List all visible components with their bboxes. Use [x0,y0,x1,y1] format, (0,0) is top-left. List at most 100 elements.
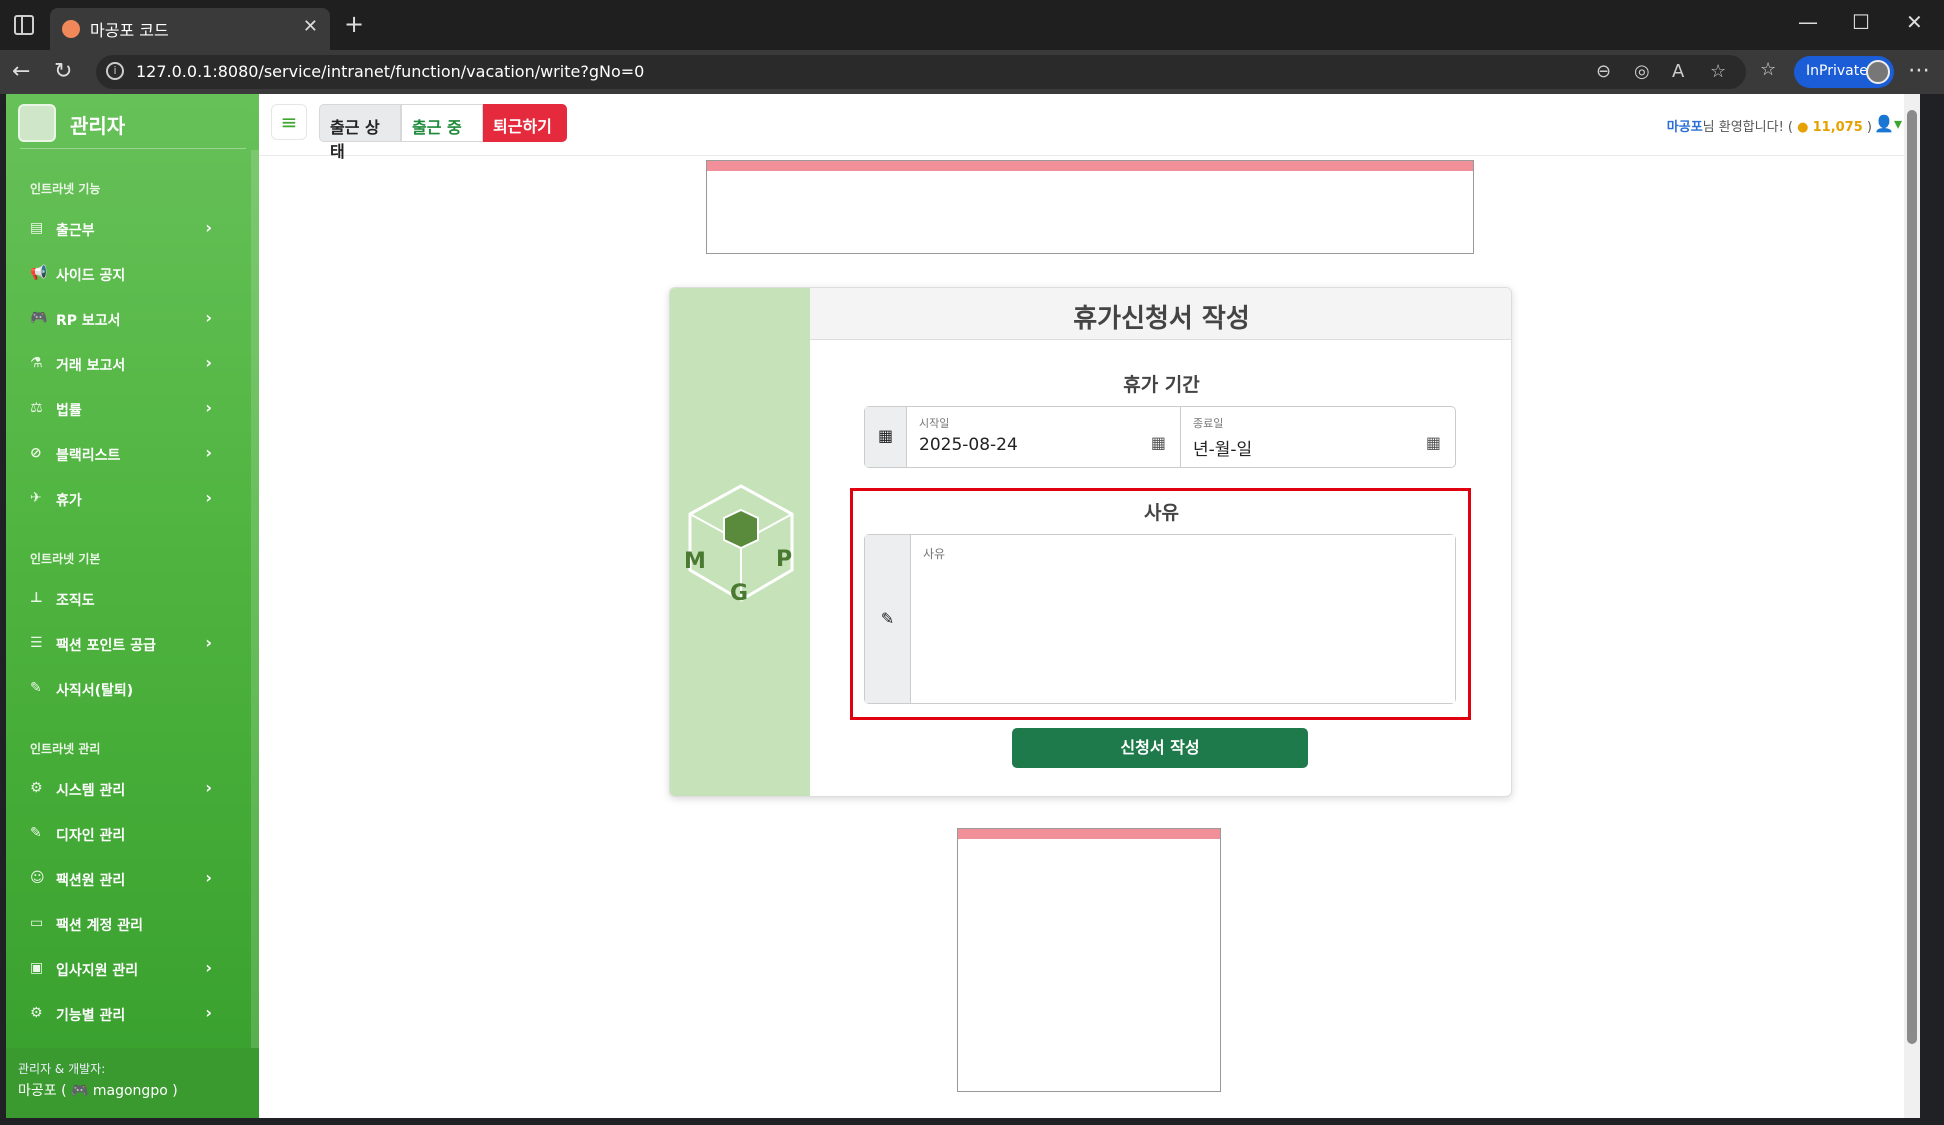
sidebar-item-label: 기능별 관리 [56,1008,126,1024]
id-card-icon: ▭ [30,915,44,931]
sidebar-item-label: 휴가 [56,493,82,509]
welcome-end: ) [1866,120,1872,135]
chevron-right-icon: › [205,633,212,652]
sidebar-item-trade-report[interactable]: ⚗ 거래 보고서 › [20,345,246,383]
user-menu-icon[interactable]: 👤▾ [1874,114,1902,133]
close-window-button[interactable]: ✕ [1906,10,1923,34]
coin-icon: ● [1797,120,1809,135]
flask-icon: ⚗ [30,355,43,371]
user-name: 마공포 [1666,120,1703,135]
section-title: 인트라넷 관리 [30,742,101,756]
favicon-icon [62,20,80,38]
sidebar-item-label: RP 보고서 [56,313,121,329]
footer-developer[interactable]: 마공포 ( 🎮 magongpo ) [18,1080,178,1100]
chevron-right-icon: › [205,868,212,887]
sidebar-tabs-icon[interactable] [14,15,34,35]
browser-window: 마공포 코드 ✕ + — ☐ ✕ ← ↻ i 127.0.0.1:8080/se… [0,0,1944,1125]
coins-icon: ☰ [30,635,43,651]
date-picker-icon[interactable]: ▦ [1426,433,1441,452]
tracking-icon[interactable]: ◎ [1634,61,1650,82]
start-date-field[interactable]: 시작일 2025-08-24 ▦ [907,407,1181,467]
sidebar-item-accounts[interactable]: ▭ 팩션 계정 관리 [20,905,246,943]
ad-banner-bar [958,829,1220,839]
minimize-button[interactable]: — [1798,10,1818,34]
sidebar-item-resignation[interactable]: ✎ 사직서(탈퇴) [20,670,246,708]
welcome-text: 님 환영합니다! ( [1702,120,1793,135]
svg-text:M: M [684,549,706,574]
section-title: 인트라넷 기능 [30,182,101,196]
menu-toggle-button[interactable]: ≡ [271,104,307,140]
url-field[interactable]: i 127.0.0.1:8080/service/intranet/functi… [96,55,1746,89]
start-date-value[interactable]: 2025-08-24 [919,435,1018,455]
scrollbar-thumb[interactable] [1907,110,1917,1044]
sidebar-item-label: 조직도 [56,593,95,609]
sidebar-item-label: 블랙리스트 [56,448,121,464]
ban-icon: ⊘ [30,445,42,461]
tab-active[interactable]: 마공포 코드 ✕ [50,8,330,50]
sidebar-item-features[interactable]: ⚙ 기능별 관리 › [20,995,246,1033]
start-date-label: 시작일 [919,417,950,430]
chevron-right-icon: › [205,958,212,977]
url-text[interactable]: 127.0.0.1:8080/service/intranet/function… [136,62,644,81]
brand-logo [18,104,56,142]
sidebar-item-label: 거래 보고서 [56,358,126,374]
topbar: ≡ 출근 상태 출근 중 퇴근하기 마공포님 환영합니다! ( ● 11,075… [259,94,1920,161]
sidebar-item-attendance[interactable]: ▤ 출근부 › [20,210,246,248]
footer-role: 관리자 & 개발자: [18,1062,106,1076]
inprivate-badge[interactable]: InPrivate [1794,56,1894,88]
scale-icon: ⚖ [30,400,43,416]
site-info-icon[interactable]: i [106,62,124,80]
chevron-right-icon: › [205,218,212,237]
users-gear-icon: ☺ [30,870,45,886]
sidebar-item-members[interactable]: ☺ 팩션원 관리 › [20,860,246,898]
ad-banner-top [706,160,1474,254]
points-value: 11,075 [1812,120,1863,135]
back-icon[interactable]: ← [12,59,30,84]
sidebar-item-label: 시스템 관리 [56,783,126,799]
sidebar-item-label: 팩션원 관리 [56,873,126,889]
sidebar-item-faction-points[interactable]: ☰ 팩션 포인트 공급 › [20,625,246,663]
vacation-form-card: M G P 휴가신청서 작성 휴가 기간 ▦ 시작일 2025-08-24 ▦ … [669,287,1512,797]
favorites-icon[interactable]: ☆ [1760,59,1776,80]
sidebar-item-side-notice[interactable]: 📢 사이드 공지 [20,255,246,293]
new-tab-button[interactable]: + [344,10,364,38]
more-menu-icon[interactable]: ⋯ [1908,58,1930,83]
plane-icon: ✈ [30,490,42,506]
sidebar-item-rp-report[interactable]: 🎮 RP 보고서 › [20,300,246,338]
sidebar-item-vacation[interactable]: ✈ 휴가 › [20,480,246,518]
address-bar-row: ← ↻ i 127.0.0.1:8080/service/intranet/fu… [0,50,1944,94]
megaphone-icon: 📢 [30,265,48,281]
card-side-panel: M G P [670,288,810,796]
ad-banner-bottom [957,828,1221,1092]
leave-work-button[interactable]: 퇴근하기 [483,104,567,142]
page-scrollbar[interactable] [1904,94,1920,1118]
sidebar-item-label: 법률 [56,403,82,419]
date-picker-icon[interactable]: ▦ [1151,433,1166,452]
maximize-button[interactable]: ☐ [1852,10,1870,34]
sitemap-icon: ⊥ [30,590,43,606]
web-page: 관리자 인트라넷 기능 ▤ 출근부 › 📢 사이드 공지 🎮 RP 보고서 › ⚗ 거래 보… [6,94,1920,1118]
submit-button[interactable]: 신청서 작성 [1012,728,1308,768]
sidebar-item-applications[interactable]: ▣ 입사지원 관리 › [20,950,246,988]
tab-close-icon[interactable]: ✕ [303,16,318,37]
sidebar-item-system[interactable]: ⚙ 시스템 관리 › [20,770,246,808]
sidebar-item-blacklist[interactable]: ⊘ 블랙리스트 › [20,435,246,473]
attendance-status-label: 출근 상태 [319,104,401,161]
sidebar-item-law[interactable]: ⚖ 법률 › [20,390,246,428]
mgp-emblem-icon: M G P [684,484,794,606]
end-date-field[interactable]: 종료일 년-월-일 ▦ [1181,407,1455,467]
favorite-star-icon[interactable]: ☆ [1710,61,1726,82]
end-date-value[interactable]: 년-월-일 [1193,435,1252,460]
sidebar-item-label: 사직서(탈퇴) [56,683,134,699]
refresh-icon[interactable]: ↻ [54,59,72,84]
sidebar-item-design[interactable]: ✎ 디자인 관리 [20,815,246,853]
sidebar-scrollbar[interactable] [251,150,259,1050]
gear-icon: ⚙ [30,780,43,796]
reason-label: 사유 [1144,502,1179,524]
reason-textarea[interactable] [911,535,1455,703]
chevron-right-icon: › [205,443,212,462]
zoom-icon[interactable]: ⊖ [1596,61,1611,82]
tab-strip: 마공포 코드 ✕ + — ☐ ✕ [0,0,1944,50]
sidebar-item-org-chart[interactable]: ⊥ 조직도 [20,580,246,618]
read-aloud-icon[interactable]: A [1672,61,1684,82]
